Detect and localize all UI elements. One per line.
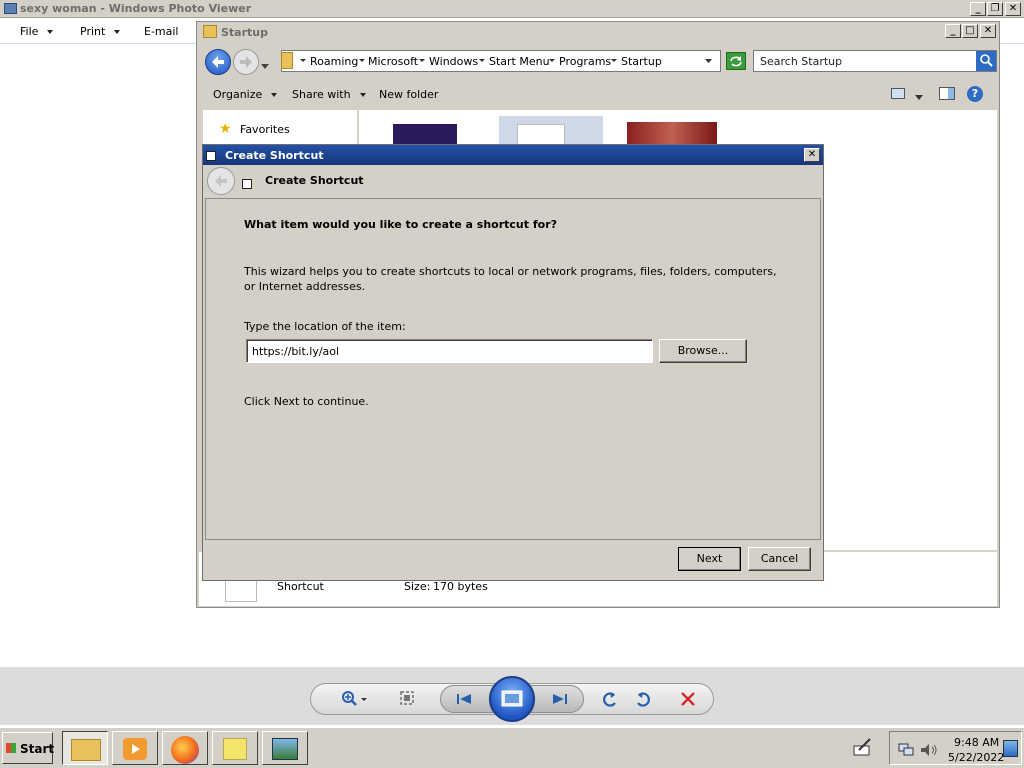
location-input[interactable] [246,339,653,363]
file-menu[interactable]: File [20,25,54,38]
explorer-toolbar: Organize Share with New folder ? [199,80,997,110]
taskbar-media-player-button[interactable] [112,731,158,765]
close-button[interactable]: ✕ [804,148,820,162]
network-icon[interactable] [898,743,914,757]
next-icon[interactable] [550,691,570,707]
firefox-icon [171,736,199,764]
browse-button[interactable]: Browse... [659,339,747,363]
location-label: Type the location of the item: [244,320,406,333]
rotate-clockwise-icon[interactable] [633,689,653,709]
clock-time[interactable]: 9:48 AM [954,736,999,749]
image-thumbnail[interactable] [627,122,717,146]
refresh-icon[interactable] [726,52,746,70]
search-input[interactable]: Search Startup [753,50,997,72]
file-thumbnail[interactable] [393,124,457,144]
details-size-label: Size: [404,580,431,593]
favorites-item[interactable]: Favorites [240,123,290,136]
close-button[interactable]: ✕ [980,24,996,38]
start-label: Start [20,742,55,756]
chevron-down-icon [359,93,366,97]
shortcut-icon [206,151,216,161]
dialog-title: Create Shortcut [225,149,324,162]
file-thumbnail-selected[interactable] [499,116,603,146]
details-size-value: 170 bytes [433,580,488,593]
taskbar-firefox-button[interactable] [162,731,208,765]
email-menu[interactable]: E-mail [144,25,179,38]
next-button[interactable]: Next [678,547,741,571]
media-player-icon [123,738,147,760]
help-icon[interactable]: ? [967,86,983,102]
back-button[interactable] [205,49,231,75]
taskbar: Start 9:48 AM 5/22/2022 [0,727,1024,768]
minimize-button[interactable]: _ [945,24,961,38]
share-with-button[interactable]: Share with [292,88,366,101]
folder-icon [281,52,293,69]
folder-icon [71,739,101,761]
change-view-icon[interactable] [891,88,905,99]
start-button[interactable]: Start [2,732,55,764]
taskbar-explorer-button[interactable] [62,731,108,765]
restore-button[interactable]: ❐ [987,2,1003,16]
taskbar-notes-button[interactable] [212,731,258,765]
rotate-counterclockwise-icon[interactable] [600,689,620,709]
wizard-header-title: Create Shortcut [265,174,364,187]
photo-viewer-title: sexy woman - Windows Photo Viewer [20,2,252,15]
photo-viewer-app-icon [4,3,17,14]
create-shortcut-dialog: Create Shortcut ✕ Create Shortcut What i… [202,144,824,581]
explorer-title-bar: Startup _ □ ✕ [197,22,999,42]
maximize-button[interactable]: □ [962,24,978,38]
preview-pane-icon[interactable] [939,87,955,100]
cancel-button[interactable]: Cancel [748,547,811,571]
taskbar-photo-viewer-button[interactable] [262,731,308,765]
search-placeholder: Search Startup [760,55,843,68]
explorer-title: Startup [221,26,268,39]
previous-icon[interactable] [454,691,474,707]
folder-icon [203,25,217,38]
zoom-icon[interactable] [340,689,368,709]
photo-viewer-controls [0,667,1024,725]
wizard-description: This wizard helps you to create shortcut… [244,265,777,293]
wizard-header: Create Shortcut [205,165,821,199]
star-icon: ★ [219,121,232,137]
recent-pages-chevron-icon[interactable] [261,60,269,69]
clock-date[interactable]: 5/22/2022 [948,751,1004,764]
action-center-icon[interactable] [853,738,873,756]
organize-button[interactable]: Organize [213,88,278,101]
print-menu[interactable]: Print [80,25,121,38]
actual-size-icon[interactable] [398,689,416,707]
close-button[interactable]: ✕ [1005,2,1021,16]
slideshow-icon[interactable] [489,676,535,722]
search-icon[interactable] [976,51,996,71]
notification-area: 9:48 AM 5/22/2022 [889,731,1022,765]
photo-viewer-icon [272,738,298,760]
delete-icon[interactable] [678,689,698,709]
show-desktop-icon[interactable] [1003,740,1018,757]
photo-viewer-title-bar: sexy woman - Windows Photo Viewer _ ❐ ✕ [0,0,1024,18]
address-bar[interactable]: Roaming Microsoft Windows Start Menu Pro… [281,50,721,72]
new-folder-button[interactable]: New folder [379,88,438,101]
dialog-title-bar: Create Shortcut ✕ [203,145,823,165]
details-type: Shortcut [277,580,324,593]
volume-icon[interactable] [920,743,938,757]
wizard-body: What item would you like to create a sho… [205,198,821,540]
chevron-down-icon [47,30,54,34]
continue-instruction: Click Next to continue. [244,395,369,408]
chevron-down-icon [114,30,121,34]
minimize-button[interactable]: _ [970,2,986,16]
windows-logo-icon [6,743,16,753]
breadcrumb-separators [300,59,712,63]
sticky-notes-icon [223,738,247,760]
wizard-question: What item would you like to create a sho… [244,218,558,231]
back-button[interactable] [207,167,235,195]
chevron-down-icon[interactable] [915,91,923,100]
chevron-down-icon [271,93,278,97]
forward-button[interactable] [233,49,259,75]
shortcut-icon [242,179,252,189]
